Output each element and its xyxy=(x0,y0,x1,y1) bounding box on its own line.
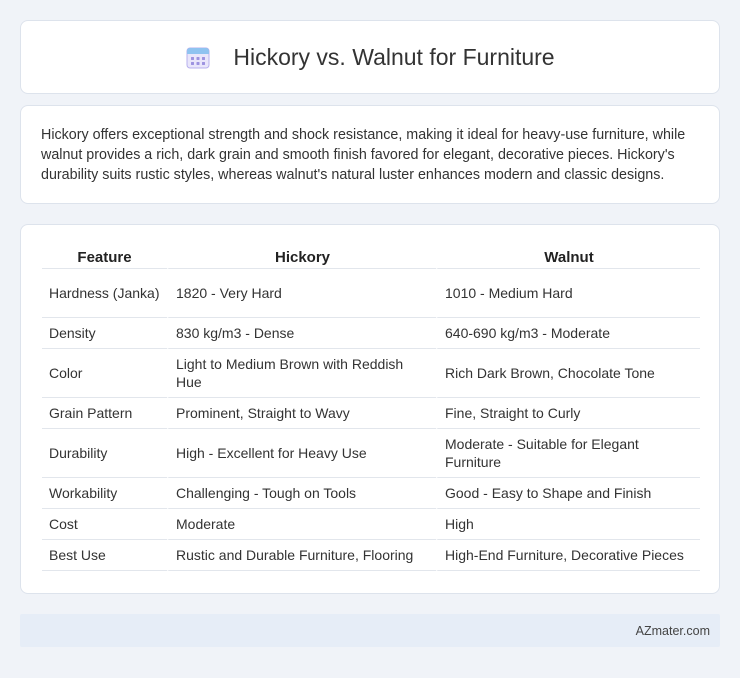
walnut-cell: Fine, Straight to Curly xyxy=(436,398,700,429)
feature-cell: Workability xyxy=(42,478,167,509)
footer-bar: AZmater.com xyxy=(20,614,720,647)
title-card: Hickory vs. Walnut for Furniture xyxy=(20,20,720,94)
walnut-cell: High-End Furniture, Decorative Pieces xyxy=(436,540,700,571)
feature-cell: Density xyxy=(42,318,167,349)
feature-cell: Best Use xyxy=(42,540,167,571)
column-header-hickory: Hickory xyxy=(167,245,436,269)
table-row: Hardness (Janka) 1820 - Very Hard 1010 -… xyxy=(42,269,700,318)
hickory-cell: Challenging - Tough on Tools xyxy=(167,478,436,509)
feature-cell: Grain Pattern xyxy=(42,398,167,429)
hickory-cell: Moderate xyxy=(167,509,436,540)
feature-cell: Cost xyxy=(42,509,167,540)
intro-card: Hickory offers exceptional strength and … xyxy=(20,105,720,204)
hickory-cell: Light to Medium Brown with Reddish Hue xyxy=(167,349,436,398)
table-row: Workability Challenging - Tough on Tools… xyxy=(42,478,700,509)
hickory-cell: 1820 - Very Hard xyxy=(167,269,436,318)
column-header-feature: Feature xyxy=(42,245,167,269)
footer-site-link[interactable]: AZmater.com xyxy=(636,624,710,638)
table-row: Grain Pattern Prominent, Straight to Wav… xyxy=(42,398,700,429)
hickory-cell: 830 kg/m3 - Dense xyxy=(167,318,436,349)
walnut-cell: High xyxy=(436,509,700,540)
comparison-table-card: Feature Hickory Walnut Hardness (Janka) … xyxy=(20,224,720,594)
table-row: Cost Moderate High xyxy=(42,509,700,540)
feature-cell: Hardness (Janka) xyxy=(42,269,167,318)
hickory-cell: Prominent, Straight to Wavy xyxy=(167,398,436,429)
intro-paragraph: Hickory offers exceptional strength and … xyxy=(41,127,686,183)
hickory-cell: Rustic and Durable Furniture, Flooring xyxy=(167,540,436,571)
feature-cell: Color xyxy=(42,349,167,398)
page-title: Hickory vs. Walnut for Furniture xyxy=(233,43,555,70)
walnut-cell: 1010 - Medium Hard xyxy=(436,269,700,318)
table-row: Density 830 kg/m3 - Dense 640-690 kg/m3 … xyxy=(42,318,700,349)
table-row: Color Light to Medium Brown with Reddish… xyxy=(42,349,700,398)
table-row: Durability High - Excellent for Heavy Us… xyxy=(42,429,700,478)
comparison-table: Feature Hickory Walnut Hardness (Janka) … xyxy=(42,245,700,571)
hickory-cell: High - Excellent for Heavy Use xyxy=(167,429,436,478)
table-row: Best Use Rustic and Durable Furniture, F… xyxy=(42,540,700,571)
table-header-row: Feature Hickory Walnut xyxy=(42,245,700,269)
walnut-cell: Moderate - Suitable for Elegant Furnitur… xyxy=(436,429,700,478)
walnut-cell: Good - Easy to Shape and Finish xyxy=(436,478,700,509)
calendar-icon xyxy=(185,44,211,70)
feature-cell: Durability xyxy=(42,429,167,478)
column-header-walnut: Walnut xyxy=(436,245,700,269)
walnut-cell: 640-690 kg/m3 - Moderate xyxy=(436,318,700,349)
walnut-cell: Rich Dark Brown, Chocolate Tone xyxy=(436,349,700,398)
